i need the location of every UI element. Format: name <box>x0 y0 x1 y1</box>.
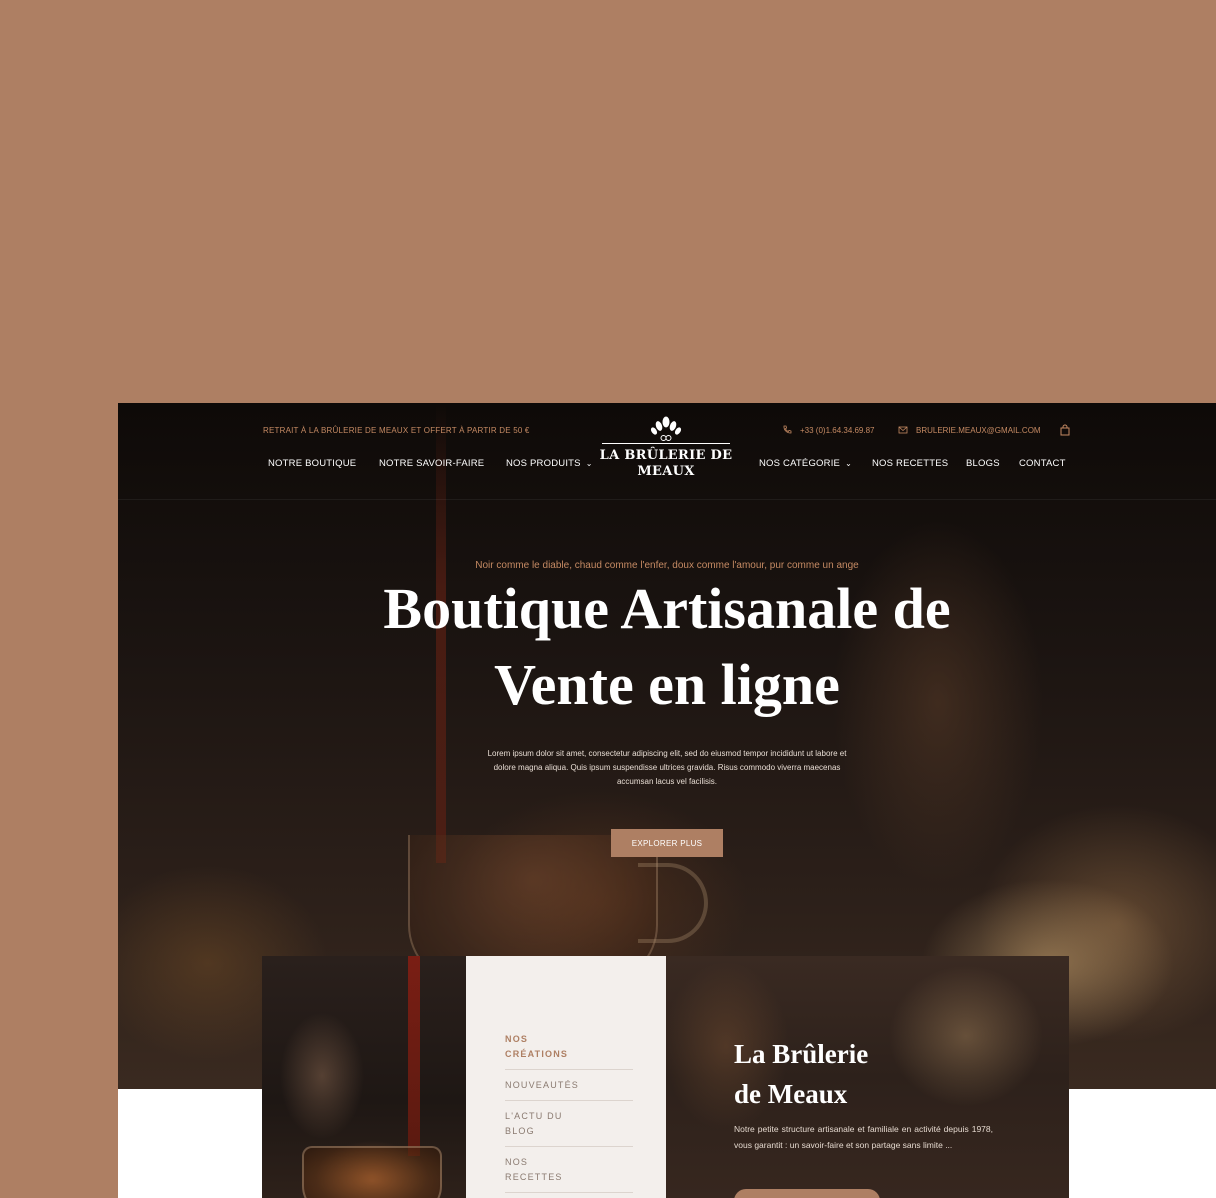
hero-title: Boutique Artisanale de Vente en ligne <box>317 571 1017 723</box>
phone-contact[interactable]: +33 (0)1.64.34.69.87 <box>782 425 875 435</box>
about-button[interactable] <box>734 1189 880 1198</box>
menu-item-label: NOS <box>505 1034 529 1044</box>
chevron-down-icon: ⌄ <box>845 459 852 468</box>
menu-item-label: L'ACTU DU <box>505 1111 563 1121</box>
menu-item-label: NOS <box>505 1157 529 1167</box>
email-address: BRULERIE.MEAUX@GMAIL.COM <box>916 425 1041 435</box>
coffee-glass-image <box>302 1146 442 1198</box>
nav-recettes-label: NOS RECETTES <box>872 458 949 469</box>
menu-item-creations[interactable]: NOS CRÉATIONS <box>505 1032 633 1070</box>
nav-produits[interactable]: NOS PRODUITS ⌄ <box>506 458 593 469</box>
website-frame: RETRAIT À LA BRÛLERIE DE MEAUX ET OFFERT… <box>118 403 1216 1198</box>
menu-item-label: NOUVEAUTÉS <box>505 1080 580 1090</box>
hero-lead-text: Lorem ipsum dolor sit amet, consectetur … <box>487 749 847 786</box>
envelope-icon <box>898 426 908 434</box>
nav-savoir-faire-label: NOTRE SAVOIR-FAIRE <box>379 458 485 469</box>
logo-divider <box>602 443 730 444</box>
explore-button[interactable]: EXPLORER PLUS <box>611 829 723 857</box>
menu-item-label: BLOG <box>505 1126 535 1136</box>
nav-recettes[interactable]: NOS RECETTES <box>872 458 948 469</box>
nav-contact[interactable]: CONTACT <box>1019 458 1066 469</box>
nav-savoir-faire[interactable]: NOTRE SAVOIR-FAIRE <box>379 458 484 469</box>
nav-categorie-label: NOS CATÉGORIE <box>759 458 841 469</box>
nav-contact-label: CONTACT <box>1019 458 1066 469</box>
coffee-pour-image <box>408 956 420 1156</box>
logo-name-line2: MEAUX <box>637 464 695 479</box>
phone-number: +33 (0)1.64.34.69.87 <box>800 425 875 435</box>
nav-categorie[interactable]: NOS CATÉGORIE ⌄ <box>759 458 852 469</box>
hero-title-line1: Boutique Artisanale de <box>383 576 951 641</box>
nav-blogs[interactable]: BLOGS <box>966 458 1000 469</box>
nav-produits-label: NOS PRODUITS <box>506 458 581 469</box>
cup-handle-image <box>638 863 708 943</box>
about-text: Notre petite structure artisanale et fam… <box>734 1124 993 1150</box>
coffee-beans-icon <box>650 416 682 441</box>
logo-name-line1: LA BRÛLERIE DE <box>599 448 733 463</box>
site-logo[interactable]: LA BRÛLERIE DE MEAUX <box>592 415 740 487</box>
hero-tagline: Noir comme le diable, chaud comme l'enfe… <box>475 560 859 571</box>
nav-boutique-label: NOTRE BOUTIQUE <box>268 458 357 469</box>
menu-item-label: RECETTES <box>505 1172 563 1182</box>
category-menu: NOS CRÉATIONS NOUVEAUTÉS L'ACTU DU BLOG … <box>505 1032 633 1198</box>
category-menu-panel: NOS CRÉATIONS NOUVEAUTÉS L'ACTU DU BLOG … <box>466 956 666 1198</box>
about-title: La Brûlerie de Meaux <box>734 1034 974 1114</box>
feature-cards: NOS CRÉATIONS NOUVEAUTÉS L'ACTU DU BLOG … <box>262 956 1069 1198</box>
shopping-bag-icon[interactable] <box>1059 424 1071 436</box>
pouring-coffee-image <box>262 956 466 1198</box>
hero-title-line2: Vente en ligne <box>494 652 840 717</box>
phone-icon <box>783 425 792 434</box>
about-card: La Brûlerie de Meaux Notre petite struct… <box>666 956 1069 1198</box>
header: RETRAIT À LA BRÛLERIE DE MEAUX ET OFFERT… <box>118 403 1216 500</box>
menu-item-nouveautes[interactable]: NOUVEAUTÉS <box>505 1078 633 1101</box>
about-title-line2: de Meaux <box>734 1079 848 1109</box>
nav-boutique[interactable]: NOTRE BOUTIQUE <box>268 458 356 469</box>
menu-item-blog[interactable]: L'ACTU DU BLOG <box>505 1109 633 1147</box>
nav-blogs-label: BLOGS <box>966 458 1000 469</box>
menu-item-recettes[interactable]: NOS RECETTES <box>505 1155 633 1193</box>
menu-item-label: CRÉATIONS <box>505 1049 569 1059</box>
about-title-line1: La Brûlerie <box>734 1039 869 1069</box>
email-contact[interactable]: BRULERIE.MEAUX@GMAIL.COM <box>898 425 1041 435</box>
promo-text: RETRAIT À LA BRÛLERIE DE MEAUX ET OFFERT… <box>263 426 530 435</box>
